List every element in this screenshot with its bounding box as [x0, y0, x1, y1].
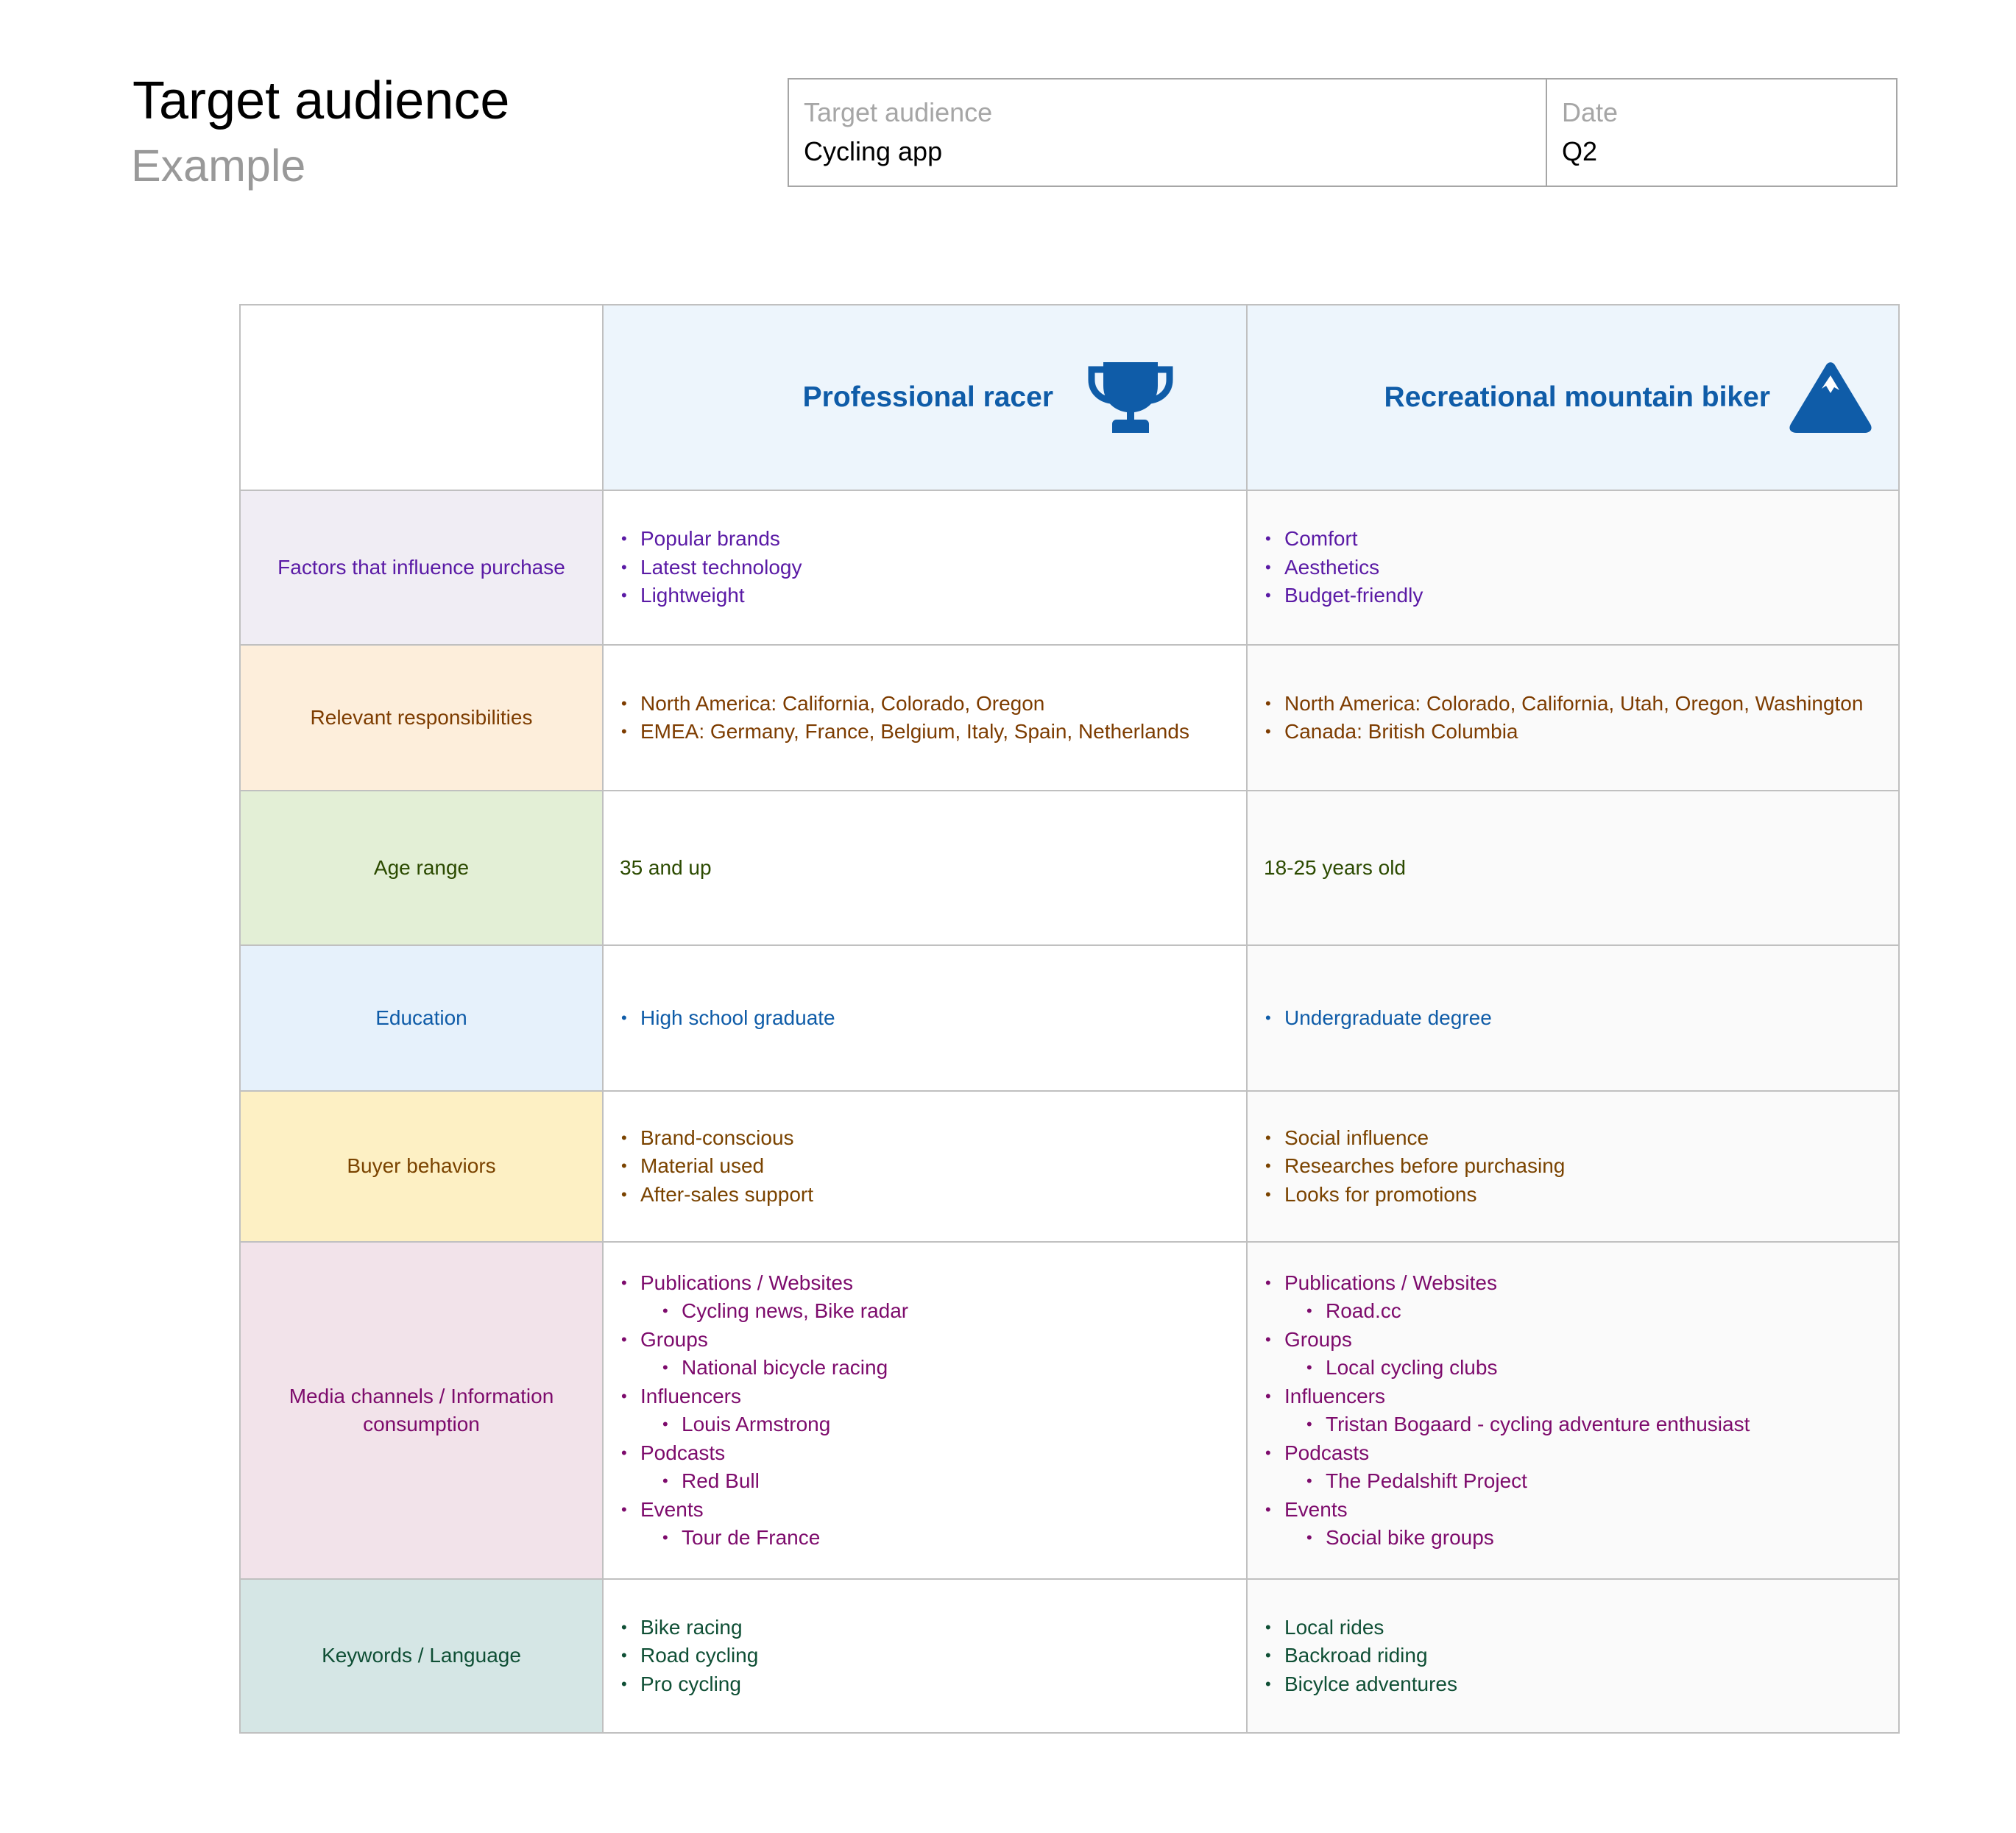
audience-table: Professional racer Recreational mountain… — [239, 304, 1900, 1734]
list-item: Local rides — [1264, 1614, 1882, 1642]
row-label-age: Age range — [239, 790, 604, 946]
row-label-keywords: Keywords / Language — [239, 1578, 604, 1734]
list-subitem: Local cycling clubs — [1305, 1354, 1882, 1382]
list-item: Lightweight — [620, 582, 1230, 610]
persona-name-racer: Professional racer — [802, 381, 1053, 413]
list-subitem: Social bike groups — [1305, 1524, 1882, 1553]
list-item: PodcastsThe Pedalshift Project — [1264, 1439, 1882, 1496]
list-item: Bike racing — [620, 1614, 1230, 1642]
list-item: Bicylce adventures — [1264, 1670, 1882, 1699]
list-subitem: Cycling news, Bike radar — [661, 1297, 1230, 1326]
list-item: PodcastsRed Bull — [620, 1439, 1230, 1496]
list-item: Pro cycling — [620, 1670, 1230, 1699]
buyer-biker: Social influence Researches before purch… — [1246, 1090, 1900, 1243]
row-label-factors: Factors that influence purchase — [239, 490, 604, 646]
list-item: Popular brands — [620, 525, 1230, 554]
row-education: Education High school graduate Undergrad… — [239, 944, 1900, 1092]
meta-box: Target audience Cycling app Date Q2 — [788, 78, 1897, 187]
list-item: Publications / WebsitesRoad.cc — [1264, 1269, 1882, 1326]
audience-value: Cycling app — [804, 136, 943, 167]
list-subitem: Louis Armstrong — [661, 1410, 1230, 1439]
list-subitem: Red Bull — [661, 1467, 1230, 1496]
list-item: Budget-friendly — [1264, 582, 1882, 610]
list-item: EventsTour de France — [620, 1496, 1230, 1553]
table-header-row: Professional racer Recreational mountain… — [239, 304, 1900, 491]
list-subitem: Road.cc — [1305, 1297, 1882, 1326]
responsibilities-biker: North America: Colorado, California, Uta… — [1246, 644, 1900, 791]
education-racer: High school graduate — [602, 944, 1248, 1092]
education-biker: Undergraduate degree — [1246, 944, 1900, 1092]
keywords-racer: Bike racing Road cycling Pro cycling — [602, 1578, 1248, 1734]
page-subtitle: Example — [131, 141, 306, 191]
mountain-icon — [1788, 361, 1873, 434]
list-item: North America: California, Colorado, Ore… — [620, 690, 1230, 718]
list-item: GroupsLocal cycling clubs — [1264, 1326, 1882, 1382]
list-item: Material used — [620, 1152, 1230, 1181]
persona-header-racer: Professional racer — [602, 304, 1248, 491]
responsibilities-racer: North America: California, Colorado, Ore… — [602, 644, 1248, 791]
date-value: Q2 — [1562, 136, 1598, 167]
trophy-icon — [1087, 361, 1174, 434]
age-racer: 35 and up — [602, 790, 1248, 946]
list-item: Latest technology — [620, 554, 1230, 582]
list-item: EventsSocial bike groups — [1264, 1496, 1882, 1553]
persona-header-biker: Recreational mountain biker — [1246, 304, 1900, 491]
list-subitem: The Pedalshift Project — [1305, 1467, 1882, 1496]
list-subitem: Tristan Bogaard - cycling adventure enth… — [1305, 1410, 1882, 1439]
list-item: Backroad riding — [1264, 1642, 1882, 1670]
row-factors: Factors that influence purchase Popular … — [239, 490, 1900, 646]
list-item: Publications / WebsitesCycling news, Bik… — [620, 1269, 1230, 1326]
page-title: Target audience — [132, 71, 510, 130]
list-item: Aesthetics — [1264, 554, 1882, 582]
list-item: High school graduate — [620, 1004, 1230, 1033]
list-subitem: National bicycle racing — [661, 1354, 1230, 1382]
audience-field[interactable]: Target audience Cycling app — [789, 80, 1547, 186]
list-item: Comfort — [1264, 525, 1882, 554]
list-item: Canada: British Columbia — [1264, 718, 1882, 746]
media-racer: Publications / WebsitesCycling news, Bik… — [602, 1241, 1248, 1580]
list-item: GroupsNational bicycle racing — [620, 1326, 1230, 1382]
age-biker: 18-25 years old — [1246, 790, 1900, 946]
row-buyer-behaviors: Buyer behaviors Brand-conscious Material… — [239, 1090, 1900, 1243]
list-subitem: Tour de France — [661, 1524, 1230, 1553]
list-item: InfluencersTristan Bogaard - cycling adv… — [1264, 1382, 1882, 1439]
list-item: After-sales support — [620, 1181, 1230, 1209]
keywords-biker: Local rides Backroad riding Bicylce adve… — [1246, 1578, 1900, 1734]
date-label: Date — [1562, 97, 1619, 127]
row-label-responsibilities: Relevant responsibilities — [239, 644, 604, 791]
corner-cell — [239, 304, 604, 491]
date-field[interactable]: Date Q2 — [1547, 80, 1896, 186]
factors-racer: Popular brands Latest technology Lightwe… — [602, 490, 1248, 646]
list-item: North America: Colorado, California, Uta… — [1264, 690, 1882, 718]
row-label-buyer: Buyer behaviors — [239, 1090, 604, 1243]
audience-label: Target audience — [804, 97, 993, 127]
list-item: Looks for promotions — [1264, 1181, 1882, 1209]
media-biker: Publications / WebsitesRoad.cc GroupsLoc… — [1246, 1241, 1900, 1580]
row-media: Media channels / Information consumption… — [239, 1241, 1900, 1580]
list-item: Social influence — [1264, 1124, 1882, 1153]
buyer-racer: Brand-conscious Material used After-sale… — [602, 1090, 1248, 1243]
row-label-media: Media channels / Information consumption — [239, 1241, 604, 1580]
row-label-education: Education — [239, 944, 604, 1092]
row-age: Age range 35 and up 18-25 years old — [239, 790, 1900, 946]
persona-name-biker: Recreational mountain biker — [1384, 381, 1770, 413]
row-responsibilities: Relevant responsibilities North America:… — [239, 644, 1900, 791]
list-item: Brand-conscious — [620, 1124, 1230, 1153]
list-item: Road cycling — [620, 1642, 1230, 1670]
list-item: Undergraduate degree — [1264, 1004, 1882, 1033]
list-item: InfluencersLouis Armstrong — [620, 1382, 1230, 1439]
row-keywords: Keywords / Language Bike racing Road cyc… — [239, 1578, 1900, 1734]
list-item: EMEA: Germany, France, Belgium, Italy, S… — [620, 718, 1230, 746]
list-item: Researches before purchasing — [1264, 1152, 1882, 1181]
factors-biker: Comfort Aesthetics Budget-friendly — [1246, 490, 1900, 646]
